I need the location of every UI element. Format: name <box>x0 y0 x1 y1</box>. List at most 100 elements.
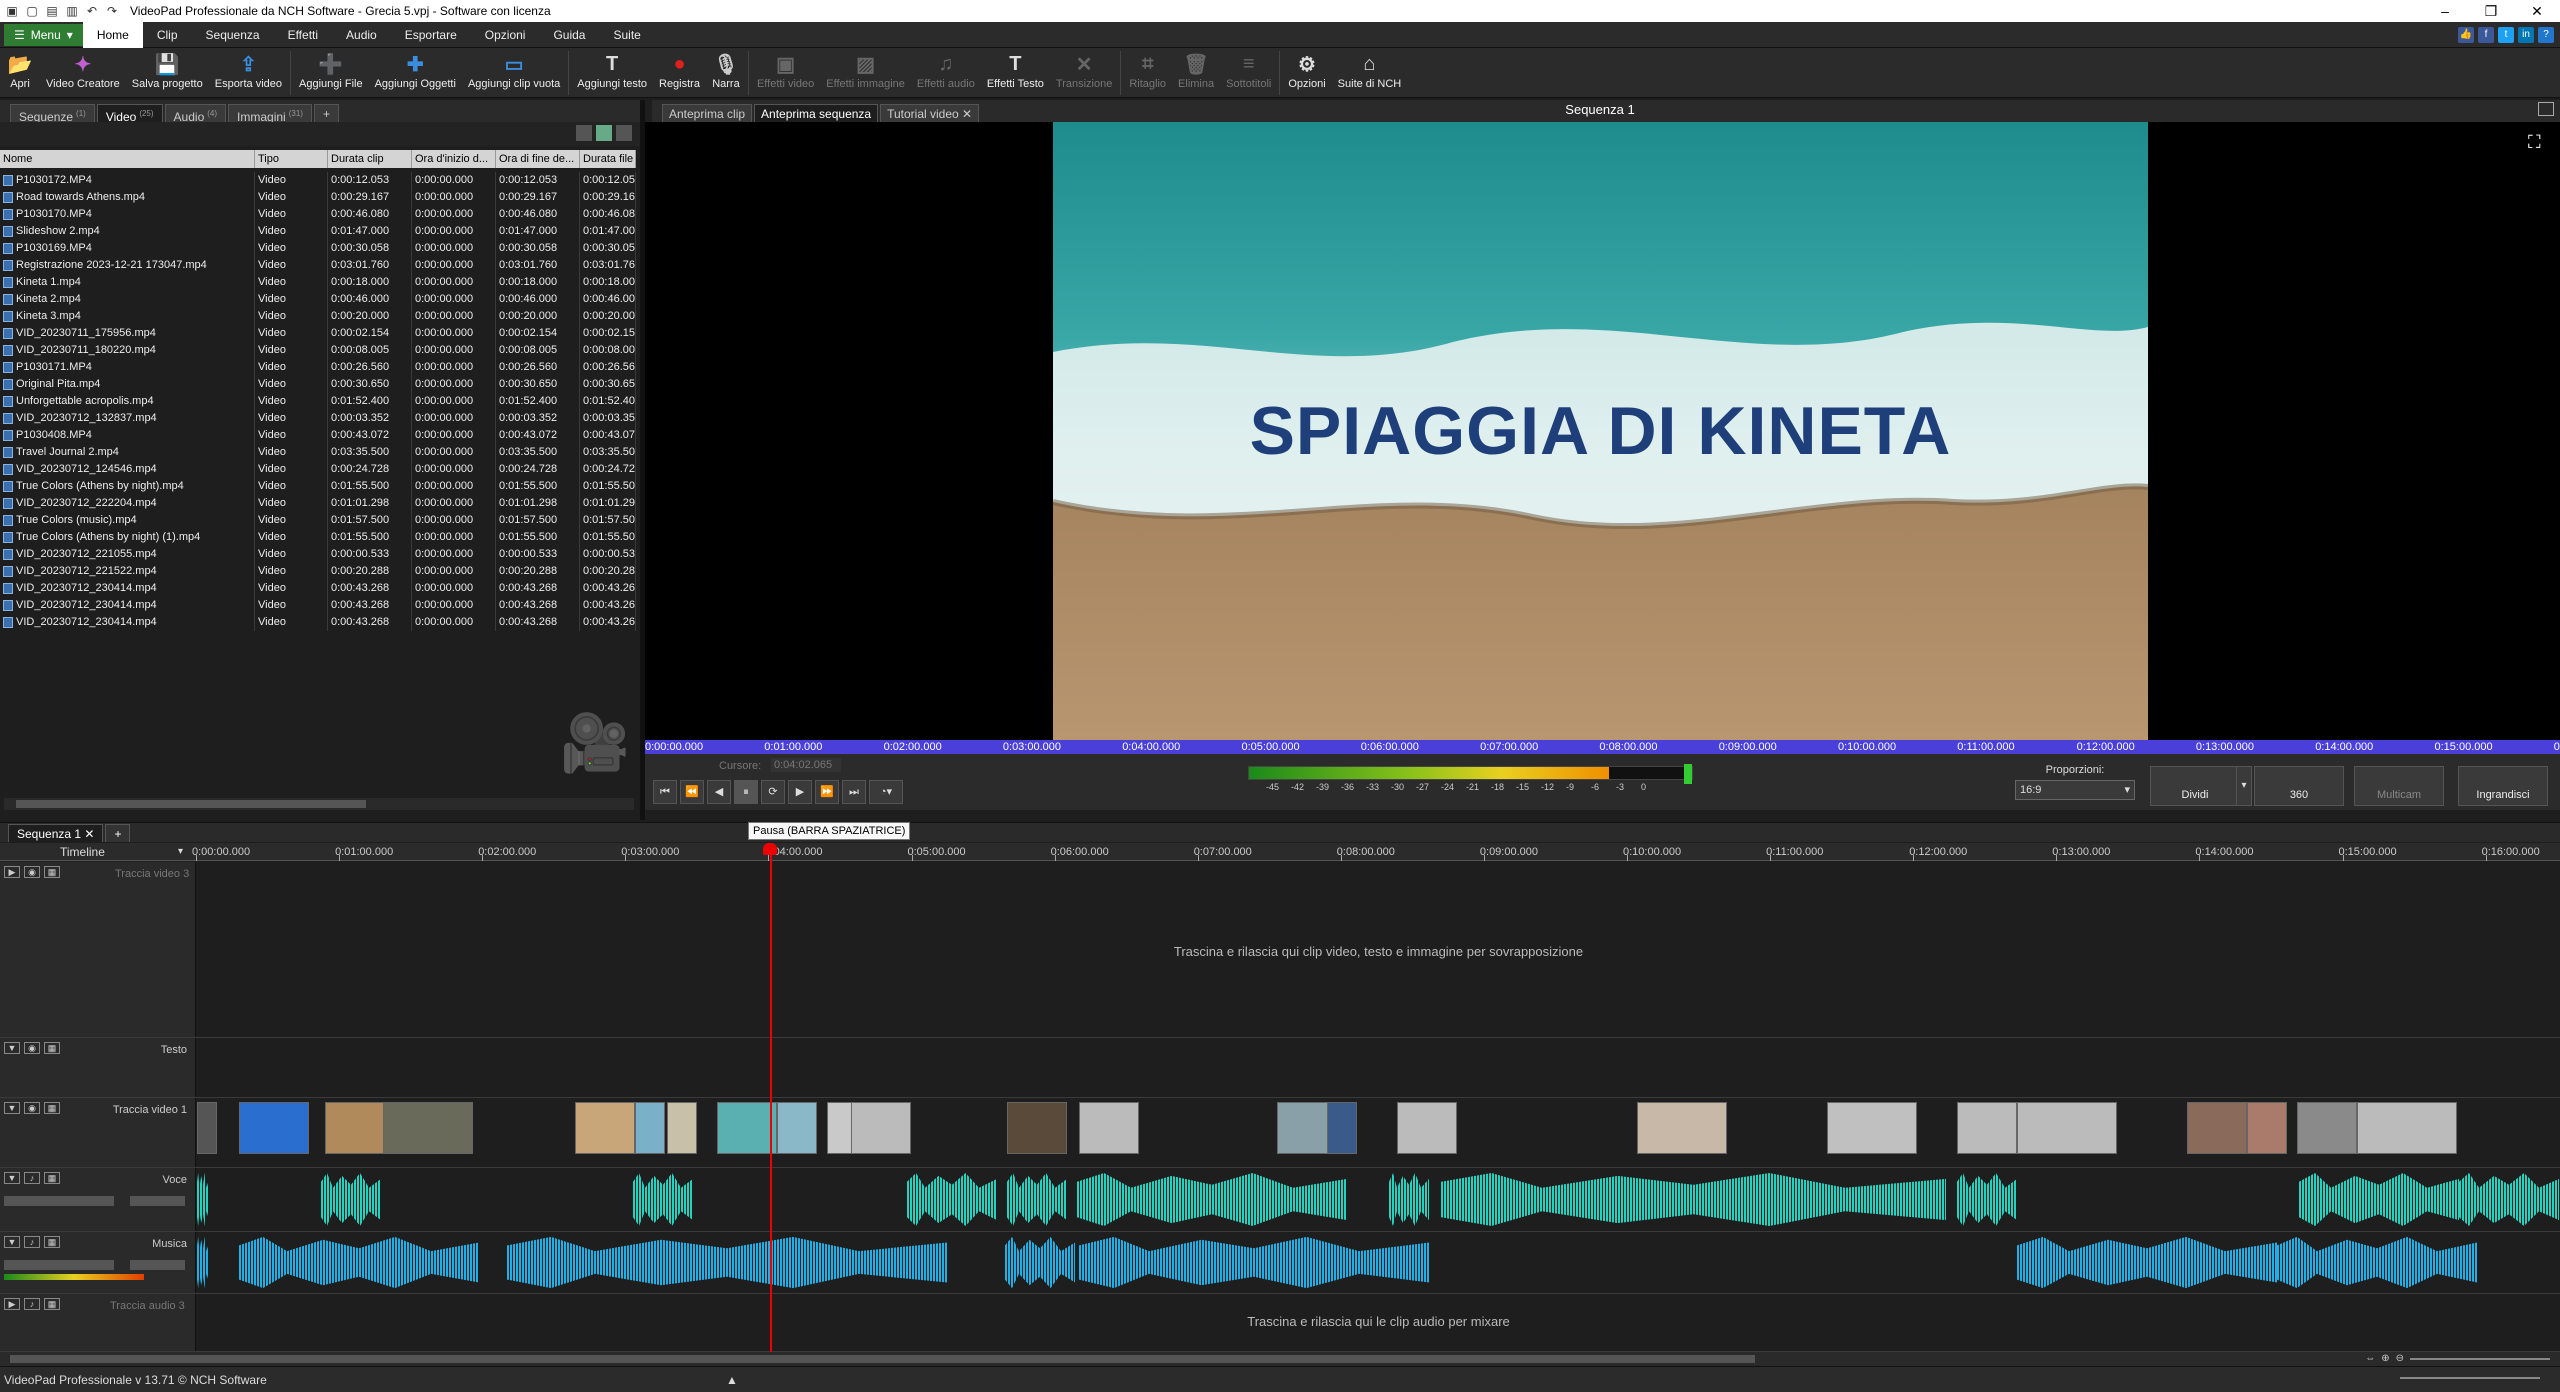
video-clip[interactable] <box>2017 1102 2117 1154</box>
media-row[interactable]: Slideshow 2.mp4 Video 0:01:47.000 0:00:00.0… <box>0 223 636 240</box>
close-button[interactable]: ✕ <box>2514 0 2560 22</box>
column-clip-duration[interactable]: Durata clip <box>328 150 412 168</box>
column-end-time[interactable]: Ora di fine de... <box>496 150 580 168</box>
collapse-icon[interactable]: ▼ <box>4 1172 20 1184</box>
expand-icon[interactable]: ▶ <box>4 1298 20 1310</box>
add-folder-icon[interactable] <box>596 125 612 141</box>
pause-button[interactable]: ⏸ <box>734 780 758 804</box>
close-icon[interactable]: ✕ <box>959 107 972 121</box>
ratio-select[interactable]: 16:9 ▾ <box>2015 780 2135 800</box>
audio-clip[interactable] <box>197 1236 209 1289</box>
media-row[interactable]: True Colors (music).mp4 Video 0:01:57.500 0… <box>0 512 636 529</box>
media-row[interactable]: Travel Journal 2.mp4 Video 0:03:35.500 0:00… <box>0 444 636 461</box>
media-row[interactable]: VID_20230712_230414.mp4 Video 0:00:43.268 0… <box>0 597 636 614</box>
media-row[interactable]: VID_20230712_230414.mp4 Video 0:00:43.268 0… <box>0 580 636 597</box>
video-clip[interactable] <box>2187 1102 2247 1154</box>
media-tab-sequenze[interactable]: Sequenze (1) <box>10 104 95 124</box>
go-end-button[interactable]: ⏭ <box>842 780 866 804</box>
next-frame-button[interactable]: ⏩ <box>815 780 839 804</box>
speaker-icon[interactable]: ♪ <box>24 1298 40 1310</box>
video-clip[interactable] <box>1637 1102 1727 1154</box>
media-horizontal-scrollbar[interactable] <box>4 798 634 810</box>
ritaglio-button[interactable]: ⌗ Ritaglio <box>1123 48 1172 98</box>
opzioni-button[interactable]: ⚙ Opzioni <box>1282 48 1331 98</box>
timeline-ruler[interactable]: Timeline ▾ 0:00:00.000 0:01:00.000 0:02:00… <box>0 843 2560 861</box>
video-clip[interactable] <box>1957 1102 2017 1154</box>
media-row[interactable]: VID_20230712_221522.mp4 Video 0:00:20.288 0… <box>0 563 636 580</box>
video-clip[interactable] <box>325 1102 385 1154</box>
go-start-button[interactable]: ⏮ <box>653 780 677 804</box>
open-icon[interactable]: ▤ <box>44 3 60 19</box>
elimina-button[interactable]: 🗑 Elimina <box>1172 48 1220 98</box>
360-button[interactable]: 360 <box>2254 766 2344 806</box>
column-name[interactable]: Nome <box>0 150 255 168</box>
redo-icon[interactable]: ↷ <box>104 3 120 19</box>
video-clip[interactable] <box>2297 1102 2357 1154</box>
video-clip[interactable] <box>239 1102 309 1154</box>
salva-progetto-button[interactable]: 💾 Salva progetto <box>126 48 209 98</box>
video-clip[interactable] <box>1327 1102 1357 1154</box>
twitter-icon[interactable]: t <box>2498 26 2514 43</box>
list-view-icon[interactable] <box>576 125 592 141</box>
timeline-mode-label[interactable]: Timeline <box>60 845 105 859</box>
grid-icon[interactable]: ▦ <box>44 1172 60 1184</box>
video-clip[interactable] <box>2357 1102 2457 1154</box>
eye-icon[interactable]: ◉ <box>24 1102 40 1114</box>
video-clip[interactable] <box>777 1102 817 1154</box>
eye-icon[interactable]: ◉ <box>24 866 40 878</box>
media-row[interactable]: Kineta 1.mp4 Video 0:00:18.000 0:00:00.000 0… <box>0 274 636 291</box>
playhead[interactable] <box>770 848 772 1352</box>
audio-clip[interactable] <box>1077 1172 1347 1227</box>
registra-button[interactable]: ● Registra <box>653 48 706 98</box>
media-row[interactable]: Registrazione 2023-12-21 173047.mp4 Video… <box>0 257 636 274</box>
video-clip[interactable] <box>1007 1102 1067 1154</box>
grid-icon[interactable]: ▦ <box>44 1236 60 1248</box>
media-row[interactable]: P1030171.MP4 Video 0:00:26.560 0:00:00.000 0… <box>0 359 636 376</box>
playhead-handle[interactable] <box>763 843 777 855</box>
media-row[interactable]: P1030170.MP4 Video 0:00:46.080 0:00:00.000 0… <box>0 206 636 223</box>
grid-view-icon[interactable] <box>616 125 632 141</box>
grid-icon[interactable]: ▦ <box>44 1042 60 1054</box>
effetti-video-button[interactable]: ▣ Effetti video <box>751 48 820 98</box>
menu-tab-clip[interactable]: Clip <box>143 22 192 48</box>
media-row[interactable]: Unforgettable acropolis.mp4 Video 0:01:52.… <box>0 393 636 410</box>
volume-slider[interactable] <box>4 1260 114 1270</box>
column-file-duration[interactable]: Durata file <box>580 150 636 168</box>
video-clip[interactable] <box>1079 1102 1139 1154</box>
media-row[interactable]: Kineta 2.mp4 Video 0:00:46.000 0:00:00.000 0… <box>0 291 636 308</box>
grid-icon[interactable]: ▦ <box>44 866 60 878</box>
audio-clip[interactable] <box>633 1172 693 1227</box>
pan-slider[interactable] <box>130 1260 185 1270</box>
multicam-button[interactable]: Multicam <box>2354 766 2444 806</box>
grid-icon[interactable]: ▦ <box>44 1102 60 1114</box>
facebook-icon[interactable]: f <box>2478 26 2494 43</box>
menu-tab-audio[interactable]: Audio <box>332 22 391 48</box>
audio-clip[interactable] <box>197 1172 209 1227</box>
menu-tab-home[interactable]: Home <box>82 21 143 48</box>
media-row[interactable]: VID_20230711_175956.mp4 Video 0:00:02.154 0… <box>0 325 636 342</box>
media-row[interactable]: VID_20230712_222204.mp4 Video 0:01:01.298 0… <box>0 495 636 512</box>
eye-icon[interactable]: ◉ <box>24 1042 40 1054</box>
loop-button[interactable]: ⟳ <box>761 780 785 804</box>
restore-button[interactable]: ❐ <box>2468 0 2514 22</box>
column-start-time[interactable]: Ora d'inizio d... <box>412 150 496 168</box>
speaker-icon[interactable]: ♪ <box>24 1236 40 1248</box>
volume-slider[interactable] <box>2400 1377 2540 1379</box>
audio-clip[interactable] <box>907 1172 997 1227</box>
undo-icon[interactable]: ↶ <box>84 3 100 19</box>
prev-frame-button[interactable]: ⏪ <box>680 780 704 804</box>
video-clip[interactable] <box>197 1102 217 1154</box>
audio-clip[interactable] <box>1441 1172 1946 1227</box>
media-row[interactable]: VID_20230712_230414.mp4 Video 0:00:43.268 0… <box>0 614 636 631</box>
audio-clip[interactable] <box>1005 1236 1075 1289</box>
audio-clip[interactable] <box>1079 1236 1429 1289</box>
esporta-video-button[interactable]: ⇪ Esporta video <box>209 48 288 98</box>
video-clip[interactable] <box>1827 1102 1917 1154</box>
undock-icon[interactable] <box>2538 102 2554 116</box>
triangle-icon[interactable]: ▲ <box>726 1373 738 1387</box>
effetti-audio-button[interactable]: ♫ Effetti audio <box>911 48 981 98</box>
video-clip[interactable] <box>717 1102 777 1154</box>
effetti-immagine-button[interactable]: ▨ Effetti immagine <box>820 48 911 98</box>
preview-tab-anteprima-sequenza[interactable]: Anteprima sequenza <box>754 104 879 122</box>
tab-sequence-1[interactable]: Sequenza 1 ✕ <box>8 824 104 842</box>
